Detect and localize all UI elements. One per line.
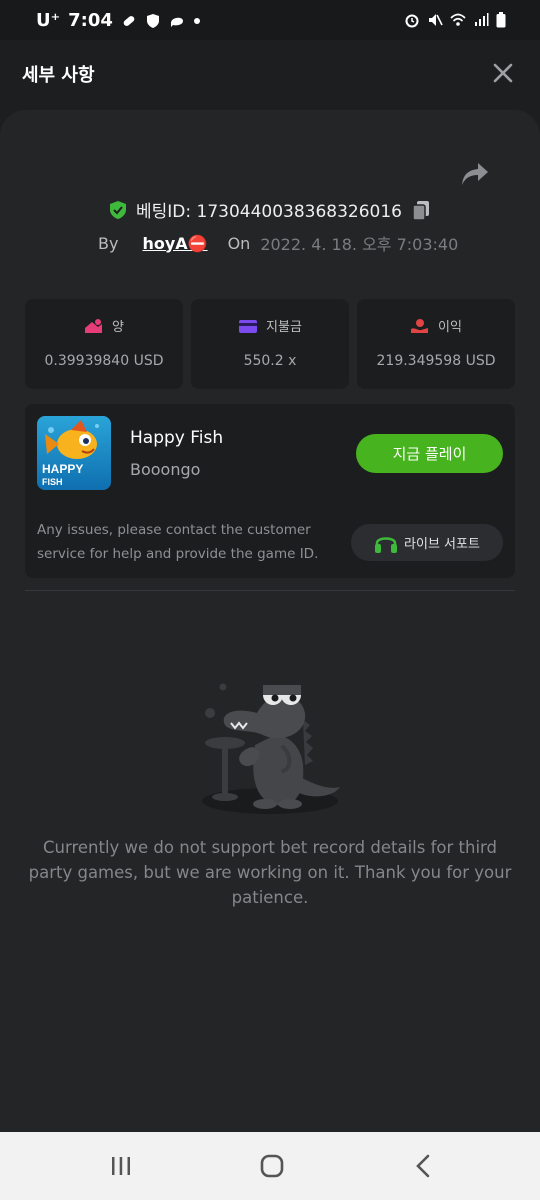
bet-id: 베팅ID: 1730440038368326016 <box>135 202 403 222</box>
clock: 7:04 <box>68 10 113 31</box>
on-label: On <box>227 233 251 253</box>
alarm-icon <box>405 14 419 28</box>
bet-date: 2022. 4. 18. 오후 7:03:40 <box>260 235 459 254</box>
stat-value-amount: 0.39939840 USD <box>44 353 164 369</box>
bet-meta-row: By hoyA⛔ On 2022. 4. 18. 오후 7:03:40 <box>98 231 458 255</box>
live-support-button[interactable]: 라이브 서포트 <box>351 524 503 561</box>
game-card: HAPPY FISH Happy Fish Booongo 지금 플레이 Any… <box>25 404 515 578</box>
payout-icon <box>239 319 258 333</box>
game-name: Happy Fish <box>130 428 224 448</box>
wifi-icon <box>450 13 466 26</box>
pill-icon <box>123 15 135 26</box>
divider <box>25 590 515 591</box>
android-nav-bar <box>0 1132 540 1200</box>
dot-icon <box>193 17 200 24</box>
support-hint-text: Any issues, please contact the customer … <box>37 522 319 562</box>
crocodile-mascot-illustration <box>202 683 340 814</box>
battery-icon <box>496 12 506 28</box>
play-now-button[interactable]: 지금 플레이 <box>356 434 503 473</box>
stat-label-profit: 이익 <box>438 320 462 335</box>
carrier-label: U⁺ <box>36 10 61 31</box>
game-provider: Booongo <box>130 460 201 479</box>
by-label: By <box>98 233 119 253</box>
thumb-text-fish: FISH <box>42 477 63 487</box>
headset-icon <box>375 536 398 553</box>
profit-icon <box>411 318 429 333</box>
mute-icon <box>429 14 443 26</box>
stat-label-payout: 지불금 <box>266 320 302 335</box>
shield-status-icon <box>146 13 159 28</box>
close-icon[interactable] <box>492 62 514 84</box>
thumb-text-happy: HAPPY <box>42 462 83 476</box>
copy-icon[interactable] <box>410 199 432 221</box>
page-title: 세부 사항 <box>22 65 95 86</box>
game-thumbnail[interactable]: HAPPY FISH <box>37 416 111 490</box>
stat-value-payout: 550.2 x <box>243 353 297 369</box>
username-link[interactable]: hoyA⛔ <box>142 234 207 253</box>
live-support-label: 라이브 서포트 <box>404 537 480 552</box>
status-bar: U⁺ 7:04 <box>0 0 540 40</box>
stat-card-payout: 지불금 550.2 x <box>191 299 349 389</box>
no-details-message: Currently we do not support bet record d… <box>28 838 512 907</box>
details-panel <box>0 110 540 1132</box>
stat-card-profit: 이익 219.349598 USD <box>357 299 515 389</box>
share-icon[interactable] <box>460 160 490 188</box>
bet-id-row: 베팅ID: 1730440038368326016 <box>0 197 540 222</box>
home-icon[interactable] <box>258 1152 286 1180</box>
signal-icon <box>475 13 489 26</box>
header: 세부 사항 <box>0 40 540 110</box>
recent-apps-icon[interactable] <box>107 1152 135 1180</box>
stat-value-profit: 219.349598 USD <box>376 353 496 369</box>
stat-card-amount: 양 0.39939840 USD <box>25 299 183 389</box>
back-icon[interactable] <box>410 1152 438 1180</box>
chat-status-icon <box>170 17 183 27</box>
amount-icon <box>85 318 103 333</box>
verified-shield-icon <box>109 200 126 219</box>
fish-icon: HAPPY FISH <box>42 420 99 487</box>
stat-label-amount: 양 <box>112 320 124 335</box>
